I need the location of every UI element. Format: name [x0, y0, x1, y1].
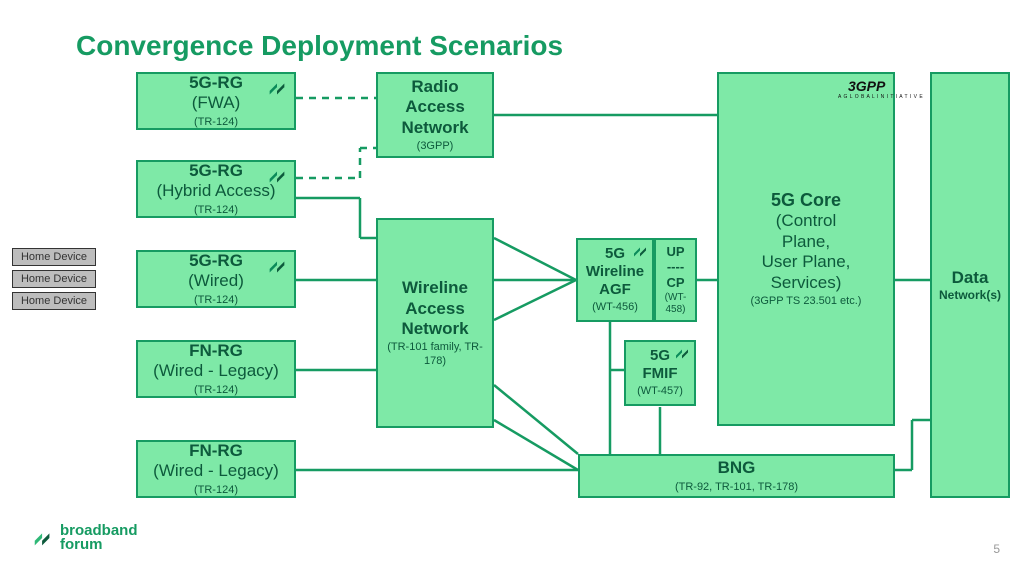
- label: Data: [952, 268, 989, 288]
- box-fn-rg-1: FN-RG (Wired - Legacy) (TR-124): [136, 340, 296, 398]
- label: (TR-124): [194, 116, 238, 129]
- label: FN-RG: [189, 441, 243, 461]
- arrow-icon: [266, 256, 288, 278]
- label: CP: [666, 275, 684, 291]
- home-device-2: Home Device: [12, 270, 96, 288]
- label: (Control: [776, 211, 836, 231]
- box-wireline-access: Wireline Access Network (TR-101 family, …: [376, 218, 494, 428]
- label: (WT-456): [592, 301, 638, 314]
- label: 5G Core: [771, 190, 841, 212]
- box-bng: BNG (TR-92, TR-101, TR-178): [578, 454, 895, 498]
- box-agf: 5G Wireline AGF (WT-456): [576, 238, 654, 322]
- label: FMIF: [643, 365, 678, 383]
- box-fn-rg-2: FN-RG (Wired - Legacy) (TR-124): [136, 440, 296, 498]
- box-5g-core: 5G Core (Control Plane, User Plane, Serv…: [717, 72, 895, 426]
- label: (WT-457): [637, 385, 683, 398]
- box-data-networks: Data Network(s): [930, 72, 1010, 498]
- label: (3GPP TS 23.501 etc.): [751, 295, 862, 308]
- label: Access: [405, 97, 465, 117]
- box-up-cp: UP ---- CP (WT-458): [654, 238, 697, 322]
- label: Wireline: [402, 278, 468, 298]
- label: Access: [405, 299, 465, 319]
- label: Radio: [411, 77, 458, 97]
- label: 5G-RG: [189, 73, 243, 93]
- arrow-icon: [266, 166, 288, 188]
- label: 5G: [605, 245, 625, 263]
- arrow-icon: [266, 78, 288, 100]
- label: (3GPP): [417, 140, 454, 153]
- home-device-3: Home Device: [12, 292, 96, 310]
- label: AGF: [599, 281, 631, 299]
- label: (Hybrid Access): [156, 181, 275, 201]
- label: (TR-92, TR-101, TR-178): [675, 481, 798, 494]
- box-5g-rg-wired: 5G-RG (Wired) (TR-124): [136, 250, 296, 308]
- arrow-icon: [32, 527, 54, 549]
- page-number: 5: [993, 542, 1000, 556]
- logo-3gpp: 3GPP: [848, 78, 885, 94]
- label: (Wired - Legacy): [153, 361, 279, 381]
- box-5g-rg-hybrid: 5G-RG (Hybrid Access) (TR-124): [136, 160, 296, 218]
- label: (TR-124): [194, 484, 238, 497]
- label: (Wired - Legacy): [153, 461, 279, 481]
- label: User Plane,: [762, 252, 851, 272]
- label: (TR-101 family, TR-178): [378, 341, 492, 367]
- label: Services): [771, 273, 842, 293]
- label: (TR-124): [194, 204, 238, 217]
- label: Network: [401, 319, 468, 339]
- label: 5G: [650, 347, 670, 365]
- label: (WT-458): [656, 292, 695, 316]
- label: 5G-RG: [189, 251, 243, 271]
- home-device-1: Home Device: [12, 248, 96, 266]
- label: BNG: [718, 458, 756, 478]
- label: FN-RG: [189, 341, 243, 361]
- label: Network(s): [939, 288, 1001, 302]
- box-5g-rg-fwa: 5G-RG (FWA) (TR-124): [136, 72, 296, 130]
- label: Plane,: [782, 232, 830, 252]
- label: (FWA): [192, 93, 240, 113]
- label: UP: [666, 244, 684, 260]
- arrow-icon: [673, 345, 691, 363]
- label: ----: [667, 259, 684, 275]
- label: 5G-RG: [189, 161, 243, 181]
- box-ran: Radio Access Network (3GPP): [376, 72, 494, 158]
- label: Wireline: [586, 263, 644, 281]
- arrow-icon: [631, 243, 649, 261]
- page-title: Convergence Deployment Scenarios: [76, 30, 563, 62]
- logo-broadband-forum: broadband forum: [32, 524, 138, 551]
- label: Network: [401, 118, 468, 138]
- box-fmif: 5G FMIF (WT-457): [624, 340, 696, 406]
- label: (TR-124): [194, 384, 238, 397]
- logo-3gpp-subtitle: A G L O B A L I N I T I A T I V E: [838, 94, 923, 100]
- label: (TR-124): [194, 294, 238, 307]
- label: (Wired): [188, 271, 244, 291]
- logo-text-2: forum: [60, 538, 138, 552]
